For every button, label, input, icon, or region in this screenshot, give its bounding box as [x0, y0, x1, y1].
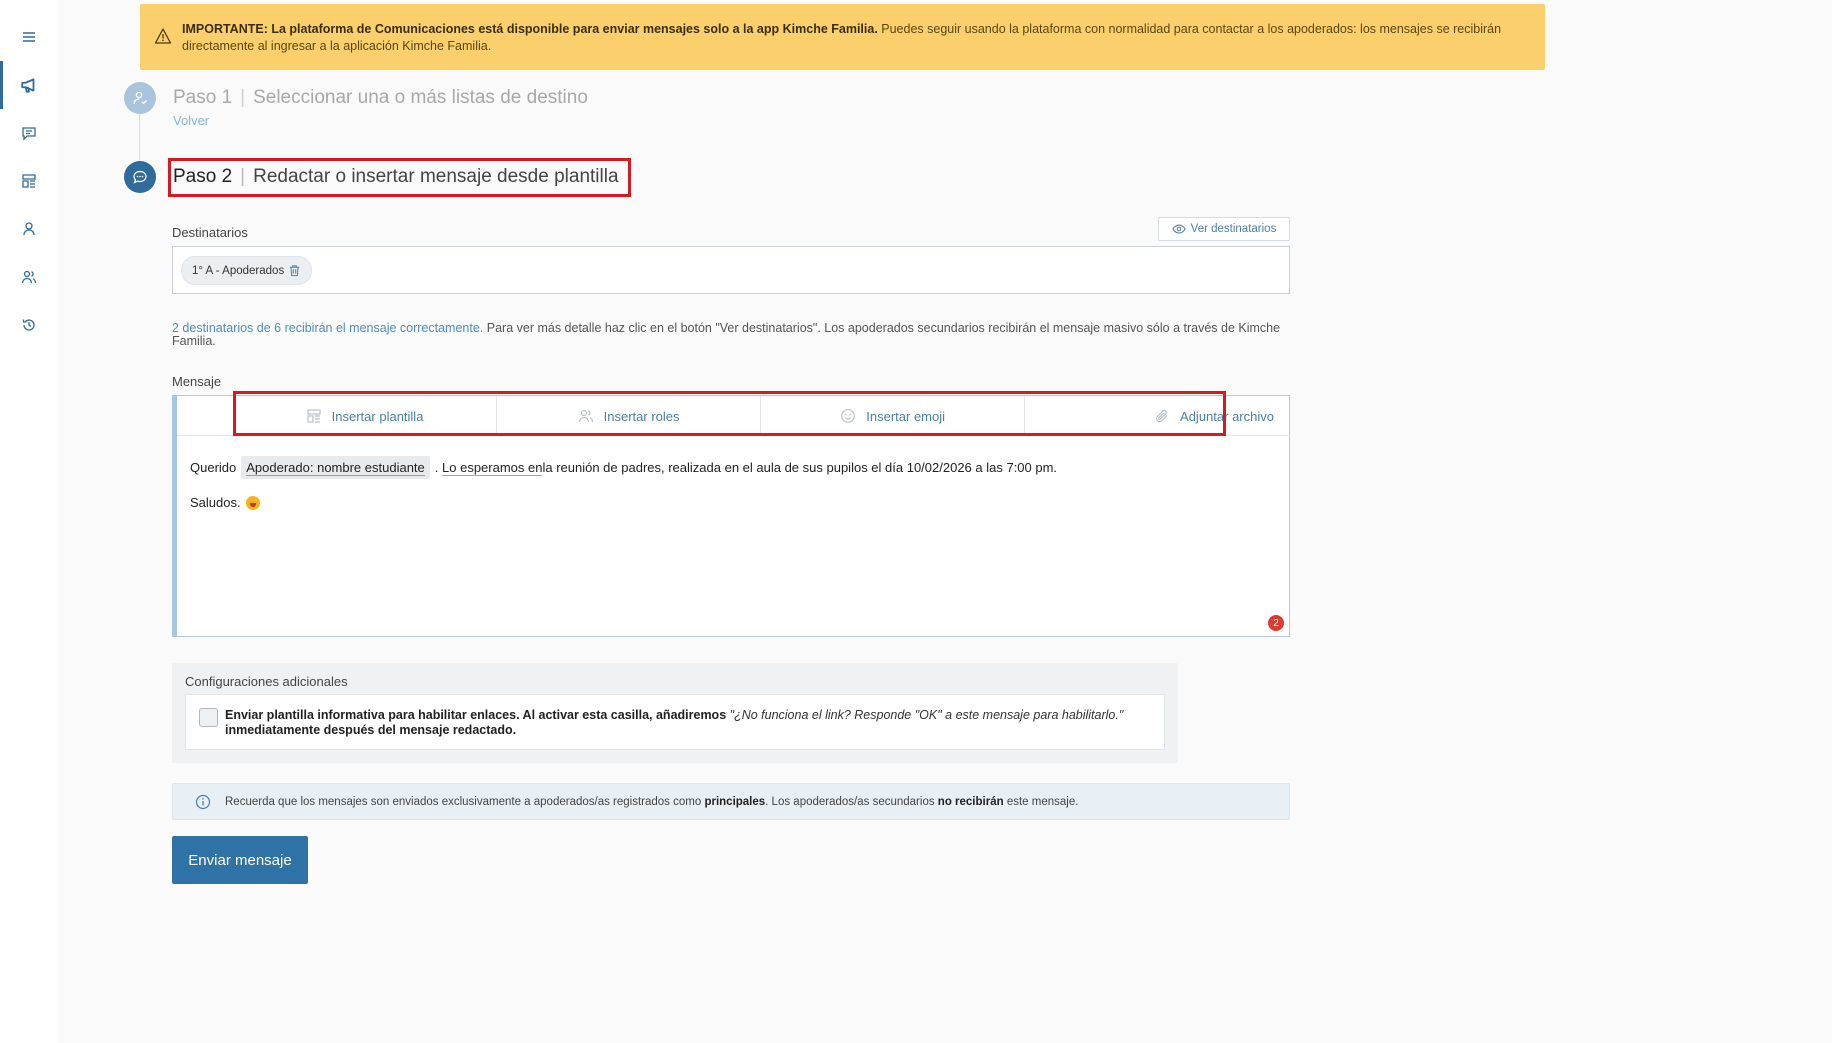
recipients-field[interactable]: 1° A - Apoderados [172, 246, 1290, 294]
notice-text: Recuerda que los mensajes son enviados e… [225, 796, 1078, 808]
user-icon [23, 222, 35, 236]
banner-text: IMPORTANTE: La plataforma de Comunicacio… [182, 21, 1525, 55]
message-line-1: Querido Apoderado: nombre estudiante . L… [190, 456, 1057, 479]
recipients-info: 2 destinatarios de 6 recibirán el mensaj… [172, 322, 1292, 348]
view-recipients-label: Ver destinatarios [1190, 223, 1277, 235]
link-template-bold: Enviar plantilla informativa para habili… [225, 708, 727, 722]
users-icon [21, 270, 37, 284]
banner-bold-text: IMPORTANTE: La plataforma de Comunicacio… [182, 22, 878, 36]
sidebar-item-communications[interactable] [0, 61, 58, 109]
back-link[interactable]: Volver [173, 113, 209, 128]
message-line-2: Saludos. [190, 495, 260, 510]
link-template-text: Enviar plantilla informativa para habili… [225, 708, 1125, 738]
info-icon [195, 794, 211, 809]
chat-icon [22, 127, 36, 141]
important-banner: IMPORTANTE: La plataforma de Comunicacio… [140, 4, 1545, 70]
step1-indicator [124, 82, 156, 114]
step1-title: Paso 1 | Seleccionar una o más listas de d… [173, 87, 588, 109]
link-template-bold-2: inmediatamente después del mensaje redac… [225, 723, 517, 737]
sidebar-item-history[interactable] [0, 301, 58, 349]
message-body-text: la reunión de padres, realizada en el au… [542, 460, 1058, 475]
additional-settings-title: Configuraciones adicionales [185, 674, 348, 689]
message-closing: Saludos. [190, 495, 241, 510]
link-template-italic: "¿No funciona el link? Responde "OK" a e… [726, 708, 1124, 722]
step2-indicator [124, 161, 156, 193]
send-message-button[interactable]: Enviar mensaje [172, 836, 308, 884]
recipient-chip-label: 1° A - Apoderados [192, 264, 285, 277]
laughing-emoji-icon [245, 495, 260, 510]
recipients-count: 2 destinatarios de 6 recibirán el mensaj… [172, 321, 484, 335]
notice-text-3: este mensaje. [1003, 795, 1079, 808]
variable-tag-label: Apoderado: nombre estudiante [246, 460, 425, 476]
menu-button[interactable] [0, 13, 58, 61]
sidebar-item-messages[interactable] [0, 109, 58, 157]
info-notice: Recuerda que los mensajes son enviados e… [172, 783, 1290, 820]
link-template-option: Enviar plantilla informativa para habili… [185, 694, 1165, 750]
step1-label: Paso 1 [173, 87, 233, 108]
user-check-icon [133, 91, 147, 105]
template-icon [22, 174, 36, 188]
message-greeting: Querido [190, 460, 237, 475]
message-label: Mensaje [172, 374, 222, 389]
warning-icon [154, 28, 172, 44]
sidebar-item-profile[interactable] [0, 205, 58, 253]
step1-description: Seleccionar una o más listas de destino [253, 87, 588, 108]
toolbar-highlight-box [233, 391, 1226, 436]
history-icon [22, 319, 35, 331]
eye-icon [1171, 224, 1186, 234]
sidebar-item-groups[interactable] [0, 253, 58, 301]
link-template-checkbox[interactable] [199, 708, 218, 727]
trash-icon[interactable] [288, 264, 301, 277]
variable-tag[interactable]: Apoderado: nombre estudiante [241, 456, 430, 479]
message-period: . [434, 460, 439, 475]
notice-text-1: Recuerda que los mensajes son enviados e… [225, 795, 705, 808]
notice-text-2: . Los apoderados/as secundarios [765, 795, 938, 808]
step2-highlight-box [168, 158, 631, 197]
error-count-badge: 2 [1268, 615, 1284, 631]
menu-icon [23, 32, 35, 42]
megaphone-icon [21, 78, 35, 93]
chat-bubble-icon [133, 170, 147, 184]
recipient-chip: 1° A - Apoderados [181, 256, 313, 285]
step-connector [139, 114, 140, 162]
notice-bold-1: principales [704, 795, 766, 808]
view-recipients-button[interactable]: Ver destinatarios [1158, 217, 1290, 241]
sidebar [0, 0, 58, 1043]
main-content: IMPORTANTE: La plataforma de Comunicacio… [58, 0, 1832, 1043]
sidebar-item-templates[interactable] [0, 157, 58, 205]
notice-bold-2: no recibirán [937, 795, 1004, 808]
additional-settings: Configuraciones adicionales Enviar plant… [172, 663, 1178, 763]
recipients-label: Destinatarios [172, 225, 248, 240]
step1-separator: | [240, 87, 246, 108]
message-underlined-text: Lo esperamos en [442, 459, 543, 476]
